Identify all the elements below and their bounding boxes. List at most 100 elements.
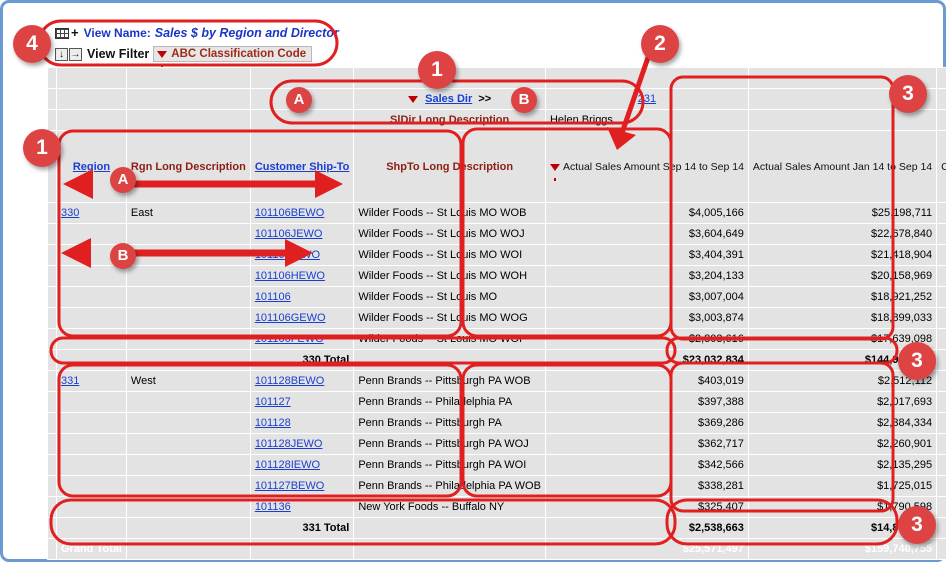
row-gutter[interactable] — [48, 329, 57, 350]
table-row[interactable]: 101127BEWO Penn Brands -- Philadelphia P… — [48, 476, 946, 497]
ship-to-link[interactable]: 101128 — [255, 417, 291, 429]
table-row[interactable]: 101106GEWO Wilder Foods -- St Louis MO W… — [48, 308, 946, 329]
header-measure-2[interactable]: Actual Sales Amount Jan 14 to Sep 14 — [748, 131, 936, 203]
ship-to-link[interactable]: 101128IEWO — [255, 459, 320, 471]
ship-to-link[interactable]: 101106HEWO — [255, 270, 325, 282]
ship-to-link[interactable]: 101106 — [255, 291, 291, 303]
cell-region[interactable] — [57, 287, 127, 308]
page-filter-member-code[interactable]: 231 — [545, 89, 748, 110]
cell-ship-to[interactable]: 101106FEWO — [250, 329, 354, 350]
cell-region[interactable] — [57, 392, 127, 413]
sales-dir-link[interactable]: Sales Dir — [425, 93, 472, 105]
cell-ship-to[interactable]: 101106GEWO — [250, 308, 354, 329]
table-row[interactable]: 101106HEWO Wilder Foods -- St Louis MO W… — [48, 266, 946, 287]
row-gutter[interactable] — [48, 497, 57, 518]
table-row[interactable]: 101106FEWO Wilder Foods -- St Louis MO W… — [48, 329, 946, 350]
row-gutter[interactable] — [48, 131, 57, 203]
table-row[interactable]: 101106JEWO Wilder Foods -- St Louis MO W… — [48, 224, 946, 245]
cell-region[interactable] — [57, 497, 127, 518]
blank-cell[interactable] — [126, 68, 250, 89]
row-gutter[interactable] — [48, 287, 57, 308]
cell-region[interactable] — [57, 224, 127, 245]
blank-cell[interactable] — [748, 68, 936, 89]
cell-ship-to[interactable]: 101106IEWO — [250, 245, 354, 266]
header-customer-ship-to[interactable]: Customer Ship-To — [250, 131, 354, 203]
table-row[interactable]: 101127 Penn Brands -- Philadelphia PA $3… — [48, 392, 946, 413]
row-gutter[interactable] — [48, 203, 57, 224]
member-code-link[interactable]: 231 — [638, 93, 656, 105]
ship-to-link[interactable]: 101106GEWO — [255, 312, 326, 324]
row-gutter[interactable] — [48, 89, 57, 110]
header-measure-1[interactable]: Actual Sales Amount Sep 14 to Sep 14 — [545, 131, 748, 203]
expand-marker[interactable]: >> — [478, 93, 491, 105]
cell-region[interactable]: 330 — [57, 203, 127, 224]
blank-cell[interactable] — [126, 89, 250, 110]
cell-region[interactable] — [57, 308, 127, 329]
row-gutter[interactable] — [48, 68, 57, 89]
cell-ship-to[interactable]: 101106 — [250, 287, 354, 308]
cell-region[interactable] — [57, 245, 127, 266]
ship-to-link[interactable]: 101106IEWO — [255, 249, 320, 261]
sort-down-icon[interactable]: ↓ — [55, 48, 68, 61]
table-row[interactable]: 330 East 101106BEWO Wilder Foods -- St L… — [48, 203, 946, 224]
cell-region[interactable] — [57, 434, 127, 455]
row-gutter[interactable] — [48, 434, 57, 455]
blank-cell[interactable] — [57, 68, 127, 89]
ship-to-link[interactable]: 101106BEWO — [255, 207, 325, 219]
blank-cell[interactable] — [937, 68, 946, 89]
plus-icon[interactable]: + — [71, 28, 79, 38]
table-row[interactable]: 331 West 101128BEWO Penn Brands -- Pitts… — [48, 371, 946, 392]
row-gutter[interactable] — [48, 371, 57, 392]
table-row[interactable]: 101106 Wilder Foods -- St Louis MO $3,00… — [48, 287, 946, 308]
row-gutter[interactable] — [48, 350, 57, 371]
ship-to-link[interactable]: 101128BEWO — [255, 375, 325, 387]
cell-ship-to[interactable]: 101128JEWO — [250, 434, 354, 455]
row-gutter[interactable] — [48, 245, 57, 266]
row-gutter[interactable] — [48, 392, 57, 413]
table-row[interactable]: 101128 Penn Brands -- Pittsburgh PA $369… — [48, 413, 946, 434]
cell-region[interactable] — [57, 476, 127, 497]
header-measure-3[interactable]: Cumulative YTD Sales Amount — [937, 131, 946, 203]
view-name-value[interactable]: Sales $ by Region and Director — [155, 26, 339, 40]
cell-region[interactable] — [57, 266, 127, 287]
blank-cell[interactable] — [354, 68, 546, 89]
row-gutter[interactable] — [48, 518, 57, 539]
region-link[interactable]: 331 — [61, 375, 79, 387]
row-gutter[interactable] — [48, 110, 57, 131]
table-row[interactable]: 101106IEWO Wilder Foods -- St Louis MO W… — [48, 245, 946, 266]
row-gutter[interactable] — [48, 476, 57, 497]
table-row[interactable]: 101128JEWO Penn Brands -- Pittsburgh PA … — [48, 434, 946, 455]
row-gutter[interactable] — [48, 308, 57, 329]
blank-cell[interactable] — [937, 110, 946, 131]
view-filter-chip[interactable]: ABC Classification Code — [153, 46, 312, 62]
cell-ship-to[interactable]: 101128 — [250, 413, 354, 434]
blank-cell[interactable] — [57, 110, 127, 131]
pivot-grid[interactable]: Sales Dir >> 231 Grand Total SlDir Long … — [47, 67, 946, 560]
ship-to-link[interactable]: 101127BEWO — [255, 480, 325, 492]
blank-cell[interactable] — [748, 89, 936, 110]
cell-ship-to[interactable]: 101127 — [250, 392, 354, 413]
cell-ship-to[interactable]: 101128IEWO — [250, 455, 354, 476]
blank-cell[interactable] — [748, 110, 936, 131]
sort-right-icon[interactable]: → — [69, 48, 82, 61]
blank-cell[interactable] — [545, 68, 748, 89]
row-gutter[interactable] — [48, 539, 57, 560]
table-row[interactable]: 101136 New York Foods -- Buffalo NY $325… — [48, 497, 946, 518]
cell-region[interactable] — [57, 455, 127, 476]
blank-cell[interactable] — [250, 110, 354, 131]
row-gutter[interactable] — [48, 413, 57, 434]
cell-ship-to[interactable]: 101106BEWO — [250, 203, 354, 224]
header-rgn-long-description[interactable]: Rgn Long Description — [126, 131, 250, 203]
row-gutter[interactable] — [48, 224, 57, 245]
ship-to-link[interactable]: 101106JEWO — [255, 228, 323, 240]
header-shpto-long-description[interactable]: ShpTo Long Description — [354, 131, 546, 203]
cell-region[interactable] — [57, 329, 127, 350]
ship-to-link[interactable]: 101106FEWO — [255, 333, 324, 345]
table-row[interactable]: 101128IEWO Penn Brands -- Pittsburgh PA … — [48, 455, 946, 476]
cell-region[interactable]: 331 — [57, 371, 127, 392]
region-link[interactable]: 330 — [61, 207, 79, 219]
blank-cell[interactable] — [126, 110, 250, 131]
page-filter-dimension[interactable]: Sales Dir >> — [354, 89, 546, 110]
cell-ship-to[interactable]: 101106HEWO — [250, 266, 354, 287]
ship-to-link[interactable]: 101136 — [255, 501, 291, 513]
